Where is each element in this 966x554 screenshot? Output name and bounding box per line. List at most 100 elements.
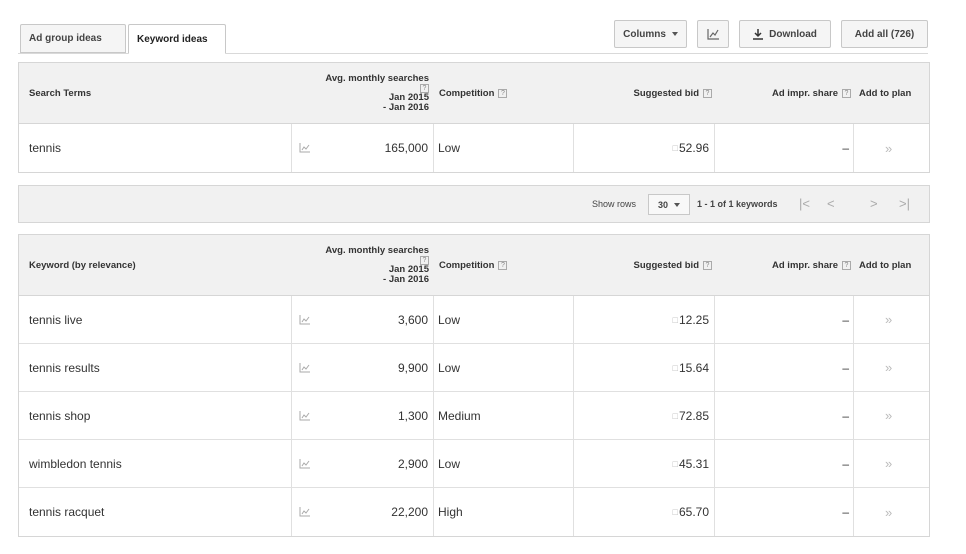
keyword-header-row: Keyword (by relevance) Avg. monthly sear…: [19, 235, 929, 296]
search-terms-header-row: Search Terms Avg. monthly searches ? Jan…: [19, 63, 929, 124]
double-chevron-right-icon[interactable]: »: [885, 124, 892, 172]
competition-value: Low: [438, 360, 461, 375]
header-searches-line2: Jan 2015: [388, 263, 429, 275]
header-suggested-bid[interactable]: Suggested bid ?: [619, 235, 712, 295]
header-keyword-by-relevance[interactable]: Keyword (by relevance): [29, 235, 136, 295]
keyword-ideas-table: Keyword (by relevance) Avg. monthly sear…: [18, 234, 930, 537]
next-page-icon[interactable]: >: [870, 196, 878, 211]
competition-value: Low: [438, 456, 461, 471]
download-icon: [753, 28, 764, 40]
competition-value: Medium: [438, 408, 481, 423]
header-searches-line1: Avg. monthly searches: [325, 72, 429, 84]
keyword-text: tennis live: [29, 312, 83, 327]
competition-value: Low: [438, 312, 461, 327]
help-icon[interactable]: ?: [842, 88, 851, 98]
header-ad-impr-share[interactable]: Ad impr. share ?: [719, 235, 851, 295]
line-chart-icon[interactable]: [299, 315, 310, 325]
impr-share-value: –: [842, 360, 849, 375]
header-searches-line3: - Jan 2016: [383, 273, 429, 285]
table-row: tennis live 3,600 Low □ 12.25 – »: [19, 296, 929, 344]
line-chart-icon[interactable]: [299, 459, 310, 469]
double-chevron-right-icon[interactable]: »: [885, 440, 892, 487]
header-searches-line1: Avg. monthly searches: [325, 244, 429, 256]
table-row: tennis racquet 22,200 High □ 65.70 – »: [19, 488, 929, 536]
bid-value: □ 52.96: [619, 124, 709, 172]
bid-value: □ 72.85: [619, 392, 709, 439]
search-terms-table: Search Terms Avg. monthly searches ? Jan…: [18, 62, 930, 173]
bid-amount: 12.25: [678, 312, 709, 327]
header-ad-impr-share[interactable]: Ad impr. share ?: [719, 63, 851, 123]
help-icon[interactable]: ?: [498, 260, 508, 270]
add-all-button[interactable]: Add all (726): [841, 20, 928, 48]
double-chevron-right-icon[interactable]: »: [885, 488, 892, 536]
double-chevron-right-icon[interactable]: »: [885, 296, 892, 343]
help-icon[interactable]: ?: [498, 88, 508, 98]
competition-value: High: [438, 505, 463, 519]
download-label: Download: [769, 28, 817, 40]
tab-keyword-ideas[interactable]: Keyword ideas: [128, 24, 226, 54]
header-suggested-bid[interactable]: Suggested bid ?: [619, 63, 712, 123]
add-all-label: Add all (726): [854, 28, 915, 40]
chart-toggle-button[interactable]: [697, 20, 729, 48]
columns-button[interactable]: Columns: [614, 20, 687, 48]
header-competition-label: Competition: [439, 87, 495, 99]
header-bid-label: Suggested bid: [633, 87, 699, 99]
pagination-bar: Show rows 30 1 - 1 of 1 keywords |< < > …: [18, 185, 930, 223]
header-impr-label: Ad impr. share: [772, 259, 838, 271]
line-chart-icon[interactable]: [299, 363, 310, 373]
currency-icon: □: [672, 314, 678, 325]
header-competition-label: Competition: [439, 259, 495, 271]
double-chevron-right-icon[interactable]: »: [885, 344, 892, 391]
impr-share-value: –: [842, 408, 849, 423]
table-row: tennis 165,000 Low □ 52.96 – »: [19, 124, 929, 172]
header-avg-monthly-searches[interactable]: Avg. monthly searches ? Jan 2015 - Jan 2…: [291, 63, 429, 123]
header-search-terms: Search Terms: [29, 87, 92, 99]
searches-value: 1,300: [397, 408, 428, 423]
keyword-text: wimbledon tennis: [29, 456, 122, 471]
bid-amount: 52.96: [678, 141, 709, 155]
header-competition[interactable]: Competition ?: [439, 235, 508, 295]
searches-value: 3,600: [397, 312, 428, 327]
help-icon[interactable]: ?: [842, 260, 851, 270]
last-page-icon[interactable]: >|: [899, 196, 910, 211]
line-chart-icon[interactable]: [299, 507, 310, 517]
header-searches-line3: - Jan 2016: [383, 101, 429, 113]
bid-value: □ 65.70: [619, 488, 709, 536]
show-rows-label: Show rows: [592, 199, 637, 209]
impr-share-value: –: [842, 312, 849, 327]
header-searches-line2: Jan 2015: [388, 91, 429, 103]
searches-value: 165,000: [384, 141, 428, 155]
columns-label: Columns: [623, 28, 666, 40]
first-page-icon[interactable]: |<: [799, 196, 810, 211]
help-icon[interactable]: ?: [703, 88, 712, 98]
chevron-down-icon: [674, 202, 680, 207]
bid-amount: 72.85: [678, 408, 709, 423]
header-avg-monthly-searches[interactable]: Avg. monthly searches ? Jan 2015 - Jan 2…: [291, 235, 429, 295]
keyword-text: tennis: [29, 141, 62, 155]
currency-icon: □: [672, 362, 678, 373]
currency-icon: □: [672, 507, 678, 517]
table-row: tennis results 9,900 Low □ 15.64 – »: [19, 344, 929, 392]
impr-share-value: –: [842, 456, 849, 471]
help-icon[interactable]: ?: [703, 260, 712, 270]
bid-amount: 65.70: [678, 505, 709, 519]
bid-value: □ 12.25: [619, 296, 709, 343]
bid-value: □ 15.64: [619, 344, 709, 391]
line-chart-icon[interactable]: [299, 411, 310, 421]
header-competition[interactable]: Competition ?: [439, 63, 508, 123]
rows-per-page-select[interactable]: 30: [648, 194, 690, 215]
bid-value: □ 45.31: [619, 440, 709, 487]
header-bid-label: Suggested bid: [633, 259, 699, 271]
currency-icon: □: [672, 458, 678, 469]
download-button[interactable]: Download: [739, 20, 831, 48]
tab-ad-group-ideas[interactable]: Ad group ideas: [20, 24, 126, 53]
bid-amount: 45.31: [678, 456, 709, 471]
chevron-down-icon: [671, 32, 678, 36]
prev-page-icon[interactable]: <: [827, 196, 835, 211]
impr-share-value: –: [842, 505, 849, 519]
table-row: tennis shop 1,300 Medium □ 72.85 – »: [19, 392, 929, 440]
double-chevron-right-icon[interactable]: »: [885, 392, 892, 439]
currency-icon: □: [672, 143, 678, 153]
keyword-text: tennis shop: [29, 408, 91, 423]
line-chart-icon[interactable]: [299, 143, 310, 153]
